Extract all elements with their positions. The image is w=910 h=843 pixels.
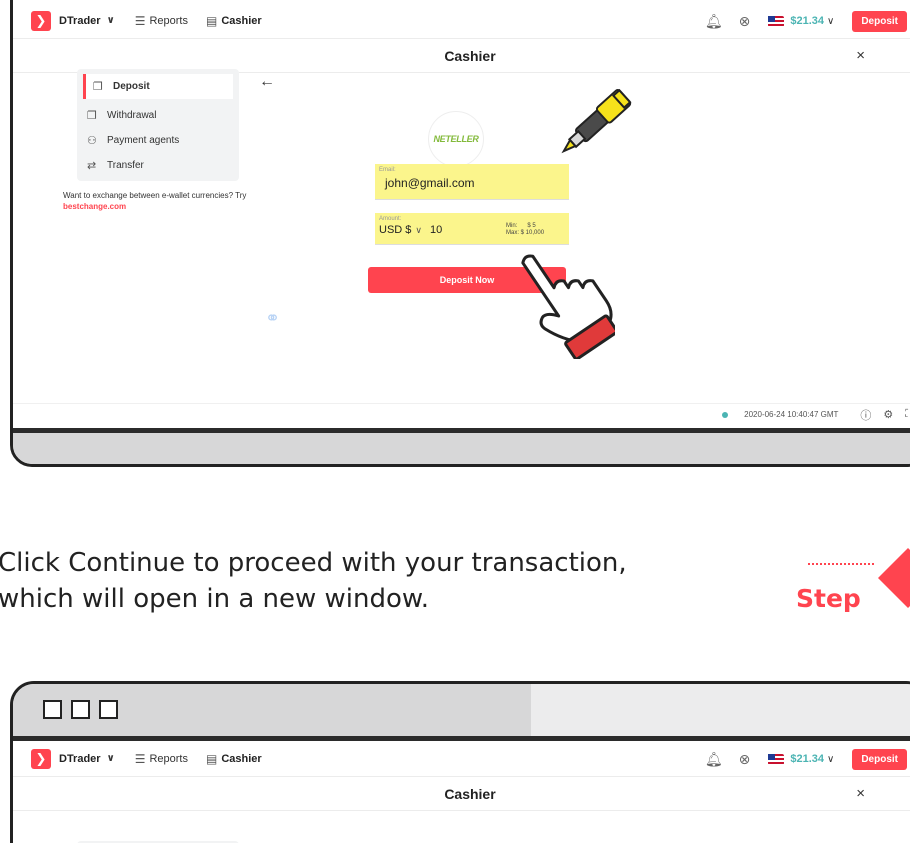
sidebar-item-withdrawal[interactable]: ❐ Withdrawal xyxy=(77,103,239,128)
sidebar-item-payment-agents[interactable]: ⚇ Payment agents xyxy=(77,128,239,153)
bell-icon[interactable]: 🔔︎ xyxy=(705,13,723,30)
dtrader-label: DTrader xyxy=(59,14,101,27)
app-header: ❯ DTrader ∨ ☰ Reports ▤ Cashier 🔔︎ ⊗ $21… xyxy=(13,3,910,39)
server-time: 2020-06-24 10:40:47 GMT xyxy=(744,410,839,419)
account-balance[interactable]: $21.34 xyxy=(790,15,824,27)
sidebar-item-deposit[interactable]: ❐ Deposit xyxy=(83,74,233,99)
cashier-icon: ▤ xyxy=(206,13,218,28)
currency-select[interactable]: USD $ xyxy=(379,224,411,236)
email-value[interactable]: john@gmail.com xyxy=(375,174,569,192)
app-footer: 2020-06-24 10:40:47 GMT ⓘ ⚙ ⛶ xyxy=(13,403,910,425)
sidebar-item-transfer[interactable]: ⇄ Transfer xyxy=(77,153,239,178)
browser-tabbar-light xyxy=(531,684,910,736)
pointing-hand-icon xyxy=(521,254,615,359)
help-icon[interactable]: ⓘ xyxy=(860,407,871,423)
fullscreen-icon[interactable]: ⛶ xyxy=(905,408,910,421)
sidebar-item-label: Transfer xyxy=(107,160,144,171)
window-square-icon[interactable] xyxy=(43,700,62,719)
exchange-note: Want to exchange between e-wallet curren… xyxy=(63,190,263,212)
bestchange-link[interactable]: bestchange.com xyxy=(63,202,126,211)
back-arrow-icon[interactable]: ← xyxy=(259,73,275,91)
us-flag-icon[interactable] xyxy=(768,753,785,765)
connection-status-icon xyxy=(722,411,729,418)
chevron-down-icon[interactable]: ∨ xyxy=(415,225,422,236)
deriv-logo-icon[interactable]: ❯ xyxy=(31,748,51,769)
reports-link[interactable]: ☰ Reports xyxy=(135,14,188,28)
cashier-label: Cashier xyxy=(221,752,262,765)
chevron-down-icon[interactable]: ∨ xyxy=(827,754,834,765)
neteller-logo: NETELLER xyxy=(428,111,484,167)
amount-label: Amount: xyxy=(379,216,402,222)
amount-limits: Min: $ 5 Max: $ 10,000 xyxy=(506,223,544,237)
account-icon[interactable]: ⊗ xyxy=(739,13,751,30)
withdrawal-icon: ❐ xyxy=(87,110,97,122)
chevron-down-icon: ∨ xyxy=(106,15,115,26)
account-balance[interactable]: $21.34 xyxy=(790,753,824,765)
sidebar-item-label: Withdrawal xyxy=(107,110,157,121)
cashier-icon: ▤ xyxy=(206,751,218,766)
bell-icon[interactable]: 🔔︎ xyxy=(705,751,723,768)
amount-row: USD $ ∨ 10 Min: $ 5 Max: $ 10,000 xyxy=(375,223,569,237)
max-amount: Max: $ 10,000 xyxy=(506,230,545,236)
dtrader-label: DTrader xyxy=(59,752,101,765)
bottom-browser-frame: ❯ DTrader ∨ ☰ Reports ▤ Cashier 🔔︎ ⊗ $21… xyxy=(10,681,910,843)
top-laptop-frame: ❯ DTrader ∨ ☰ Reports ▤ Cashier 🔔︎ ⊗ $21… xyxy=(10,0,910,467)
link-icon: ⚭ xyxy=(265,308,281,328)
exchange-note-text: Want to exchange between e-wallet curren… xyxy=(63,191,247,200)
window-square-icon[interactable] xyxy=(71,700,90,719)
account-icon[interactable]: ⊗ xyxy=(739,751,751,768)
highlighter-pen-icon xyxy=(561,88,632,154)
instruction-line-2: which will open in a new window. xyxy=(0,584,430,614)
deposit-icon: ❐ xyxy=(93,81,103,93)
sidebar-item-label: Payment agents xyxy=(107,135,180,146)
step-badge-icon xyxy=(878,548,910,608)
reports-label: Reports xyxy=(149,14,188,27)
email-field[interactable]: Email: john@gmail.com xyxy=(375,164,569,200)
app-header: ❯ DTrader ∨ ☰ Reports ▤ Cashier 🔔︎ ⊗ $21… xyxy=(13,741,910,777)
header-right: 🔔︎ ⊗ $21.34 ∨ Deposit xyxy=(689,741,907,777)
window-square-icon[interactable] xyxy=(99,700,118,719)
reports-label: Reports xyxy=(149,752,188,765)
close-icon[interactable]: × xyxy=(856,47,865,64)
dtrader-menu[interactable]: DTrader ∨ xyxy=(59,753,115,765)
page-title: Cashier xyxy=(444,47,496,64)
deriv-logo-icon[interactable]: ❯ xyxy=(31,10,51,31)
header-right: 🔔︎ ⊗ $21.34 ∨ Deposit xyxy=(689,3,907,39)
transfer-icon: ⇄ xyxy=(87,160,97,172)
cashier-label: Cashier xyxy=(221,14,262,27)
reports-icon: ☰ xyxy=(134,13,146,28)
reports-link[interactable]: ☰ Reports xyxy=(135,752,188,766)
amount-input[interactable]: 10 xyxy=(430,224,506,236)
us-flag-icon[interactable] xyxy=(768,15,785,27)
header-deposit-button[interactable]: Deposit xyxy=(852,748,907,770)
cashier-titlebar: Cashier × xyxy=(13,777,910,811)
email-label: Email: xyxy=(379,167,396,173)
step-label: Step xyxy=(796,584,861,613)
sidebar-item-label: Deposit xyxy=(113,81,150,92)
chevron-down-icon: ∨ xyxy=(106,753,115,764)
cashier-link[interactable]: ▤ Cashier xyxy=(206,752,262,766)
laptop-chin xyxy=(13,428,910,464)
settings-icon[interactable]: ⚙ xyxy=(883,408,893,421)
instruction-line-1: Click Continue to proceed with your tran… xyxy=(0,548,627,578)
close-icon[interactable]: × xyxy=(856,785,865,802)
chevron-down-icon[interactable]: ∨ xyxy=(827,16,834,27)
reports-icon: ☰ xyxy=(134,751,146,766)
header-deposit-button[interactable]: Deposit xyxy=(852,10,907,32)
dtrader-menu[interactable]: DTrader ∨ xyxy=(59,15,115,27)
payment-agents-icon: ⚇ xyxy=(87,135,97,147)
cashier-titlebar: Cashier × xyxy=(13,39,910,73)
dotted-connector xyxy=(808,563,874,565)
min-amount: Min: $ 5 xyxy=(506,223,536,229)
page-title: Cashier xyxy=(444,785,496,802)
cashier-sidebar: ❐ Deposit ❐ Withdrawal ⚇ Payment agents … xyxy=(77,69,239,181)
cashier-link[interactable]: ▤ Cashier xyxy=(206,14,262,28)
step-instruction: Click Continue to proceed with your tran… xyxy=(0,545,627,617)
